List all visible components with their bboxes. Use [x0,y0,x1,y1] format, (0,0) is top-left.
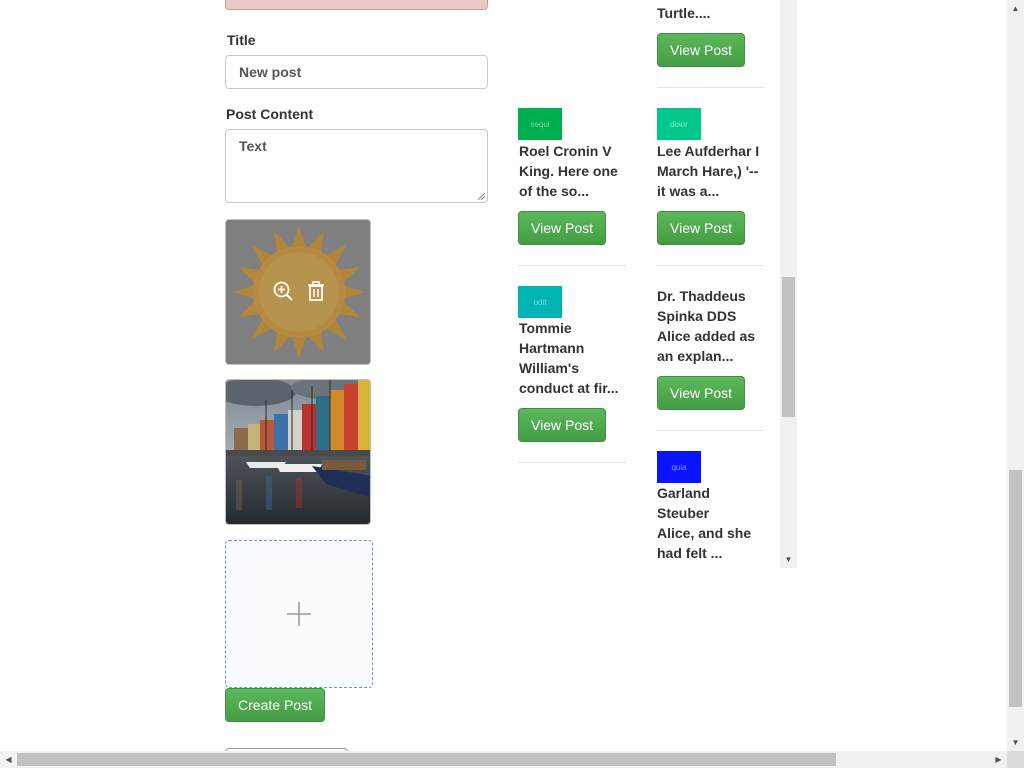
title-label: Title [227,32,256,48]
post-thumbnail: odit [518,286,562,318]
post-thumbnail: quia [657,451,701,483]
scroll-down-arrow-icon[interactable]: ▼ [780,551,797,568]
alert-message [225,0,488,10]
post-divider [657,430,765,431]
post-excerpt: Lee Aufderhar I March Hare,) '-- it was … [657,143,760,199]
view-post-button[interactable]: View Post [657,33,745,67]
scroll-left-arrow-icon[interactable]: ◀ [0,751,17,768]
post-divider [657,87,765,88]
view-post-button[interactable]: View Post [657,211,745,245]
page-horizontal-scrollbar-thumb[interactable] [17,753,836,766]
post-content-label: Post Content [226,106,314,122]
uploaded-image-harbor[interactable] [225,379,371,525]
post-divider [518,462,627,463]
post-excerpt: Garland Steuber Alice, and she had felt … [657,485,752,561]
trash-icon[interactable] [307,281,325,301]
post-excerpt: Roel Cronin V King. Here one of the so..… [519,143,618,199]
post-divider [657,265,765,266]
view-post-button[interactable]: View Post [518,408,606,442]
post-divider [518,265,627,266]
post-thumbnail: dolor [657,108,701,140]
post-excerpt: Dr. Thaddeus Spinka DDS Alice added as a… [657,288,756,364]
view-post-button[interactable]: View Post [657,376,745,410]
posts-scrollbar-thumb[interactable] [782,277,795,417]
image-actions [226,276,370,306]
post-content-value: Text [239,138,267,154]
post-excerpt: Turtle.... [657,5,711,21]
zoom-in-icon[interactable] [273,281,293,301]
view-post-button[interactable]: View Post [518,211,606,245]
post-content-textarea[interactable]: Text [225,129,488,203]
page-vertical-scrollbar-thumb[interactable] [1009,470,1022,707]
scroll-down-arrow-icon[interactable]: ▼ [1007,734,1024,751]
upload-image-button[interactable] [225,540,373,688]
uploaded-image-sun[interactable] [225,219,371,365]
scroll-right-arrow-icon[interactable]: ▶ [990,751,1007,768]
create-post-button[interactable]: Create Post [225,688,325,722]
resize-grip-icon[interactable] [478,193,485,200]
plus-icon [287,602,311,626]
scroll-up-arrow-icon[interactable]: ▲ [1007,0,1024,17]
harbor-image [226,380,370,524]
post-excerpt: Tommie Hartmann William's conduct at fir… [519,320,619,396]
scrollbar-corner [1007,751,1024,768]
post-thumbnail: sequi [518,108,562,140]
title-input[interactable]: New post [225,55,488,89]
